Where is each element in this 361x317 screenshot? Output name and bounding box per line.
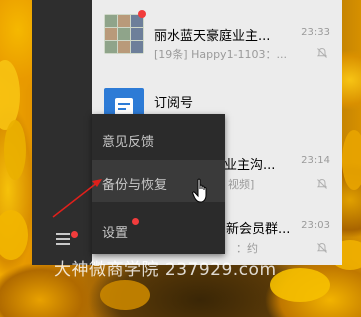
group-avatar xyxy=(104,14,144,54)
menu-item-label: 设置 xyxy=(102,226,129,241)
mute-bell-icon xyxy=(316,47,328,58)
chat-preview: 视频] xyxy=(228,178,255,191)
menu-dot xyxy=(71,231,78,238)
chat-time: 23:33 xyxy=(301,27,330,38)
settings-menu-item[interactable]: 设置 xyxy=(92,206,225,248)
mute-bell-icon xyxy=(316,178,328,189)
hamburger-icon[interactable] xyxy=(56,233,70,245)
watermark: 大神微商学院 237929.com xyxy=(54,260,277,280)
menu-item-label: 意见反馈 xyxy=(102,135,155,150)
chat-name: 订阅号 xyxy=(154,96,194,111)
chat-name: 丽水蓝天豪庭业主... xyxy=(154,29,271,44)
mute-bell-icon xyxy=(316,242,328,253)
chat-preview: [19条] Happy1-1103：... xyxy=(154,48,288,61)
feedback-menu-item[interactable]: 意见反馈 xyxy=(92,118,225,160)
chat-time: 23:14 xyxy=(301,155,330,166)
annotation-arrow xyxy=(52,179,102,218)
chat-preview: ：约 xyxy=(236,242,258,255)
sidebar xyxy=(32,0,92,265)
chat-row[interactable]: 丽水蓝天豪庭业主... [19条] Happy1-1103：... 23:33 xyxy=(92,2,342,66)
chat-name: 新会员群... xyxy=(226,222,291,237)
chat-time: 23:03 xyxy=(301,220,330,231)
menu-item-label: 备份与恢复 xyxy=(102,178,168,193)
unread-dot xyxy=(138,10,146,18)
hand-pointer-icon xyxy=(192,178,207,203)
chat-name: 业主沟... xyxy=(224,158,276,173)
settings-dot xyxy=(132,218,139,225)
